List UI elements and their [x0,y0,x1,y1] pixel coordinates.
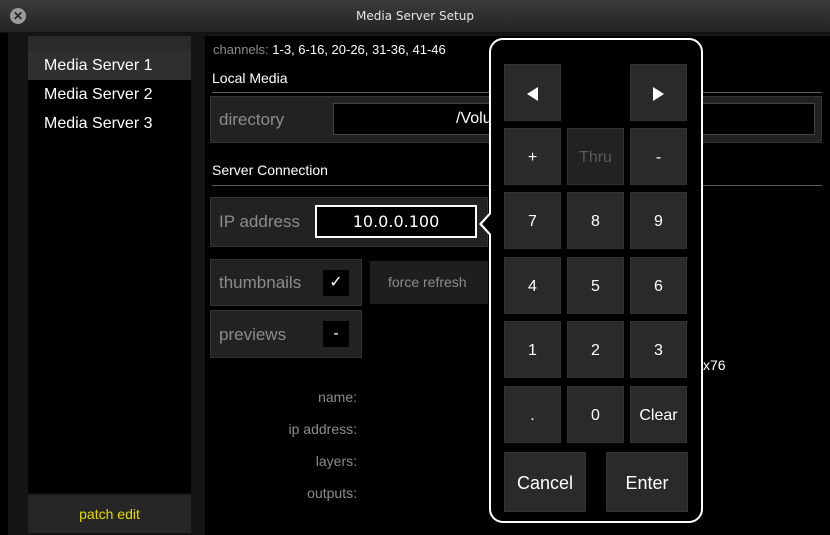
thumbnails-label: thumbnails [219,273,302,292]
sidebar-item-media-server-2[interactable]: Media Server 2 [28,80,191,109]
server-connection-heading: Server Connection [212,162,328,178]
key-1[interactable]: 1 [504,321,561,378]
media-server-setup-window: ✕ Media Server Setup Media Server 1 Medi… [0,0,830,535]
info-name-label: name: [318,389,357,405]
previews-checkbox[interactable]: - [323,321,349,347]
info-layers-label: layers: [315,453,357,469]
key-6[interactable]: 6 [630,257,687,314]
directory-label: directory [219,110,285,129]
local-media-heading: Local Media [212,70,288,86]
minus-key[interactable]: - [630,128,687,185]
info-outputs-label: outputs: [307,485,357,501]
sidebar-item-media-server-1[interactable]: Media Server 1 [28,51,191,80]
popover-pointer-inner [482,214,491,234]
info-resolution-fragment: x76 [703,357,726,373]
ip-address-input[interactable]: 10.0.0.100 [315,205,477,238]
plus-key[interactable]: + [504,128,561,185]
key-0[interactable]: 0 [567,386,624,443]
channels-label: channels: [213,42,269,57]
cancel-button[interactable]: Cancel [504,452,586,512]
thumbnails-checkbox[interactable]: ✓ [323,270,349,296]
key-3[interactable]: 3 [630,321,687,378]
sidebar-item-media-server-3[interactable]: Media Server 3 [28,109,191,138]
server-list-header [28,36,191,51]
channels-value: 1-3, 6-16, 20-26, 31-36, 41-46 [272,42,446,57]
key-7[interactable]: 7 [504,192,561,249]
enter-button[interactable]: Enter [606,452,688,512]
left-arrow-button[interactable] [504,64,561,121]
key-9[interactable]: 9 [630,192,687,249]
ip-address-label: IP address [219,212,300,231]
right-arrow-button[interactable] [630,64,687,121]
force-refresh-button[interactable]: force refresh [370,261,488,304]
right-arrow-icon [653,86,664,101]
previews-label: previews [219,325,287,344]
clear-key[interactable]: Clear [630,386,687,443]
thru-key[interactable]: Thru [567,128,624,185]
server-list: Media Server 1 Media Server 2 Media Serv… [28,36,191,493]
key-8[interactable]: 8 [567,192,624,249]
patch-edit-button[interactable]: patch edit [28,495,191,533]
window-title: Media Server Setup [356,9,474,23]
key-4[interactable]: 4 [504,257,561,314]
title-bar: ✕ Media Server Setup [0,0,830,33]
key-5[interactable]: 5 [567,257,624,314]
left-arrow-icon [527,86,538,101]
info-ip-address-label: ip address: [288,421,357,437]
key-2[interactable]: 2 [567,321,624,378]
decimal-key[interactable]: . [504,386,561,443]
channels-line: channels: 1-3, 6-16, 20-26, 31-36, 41-46 [213,42,446,57]
